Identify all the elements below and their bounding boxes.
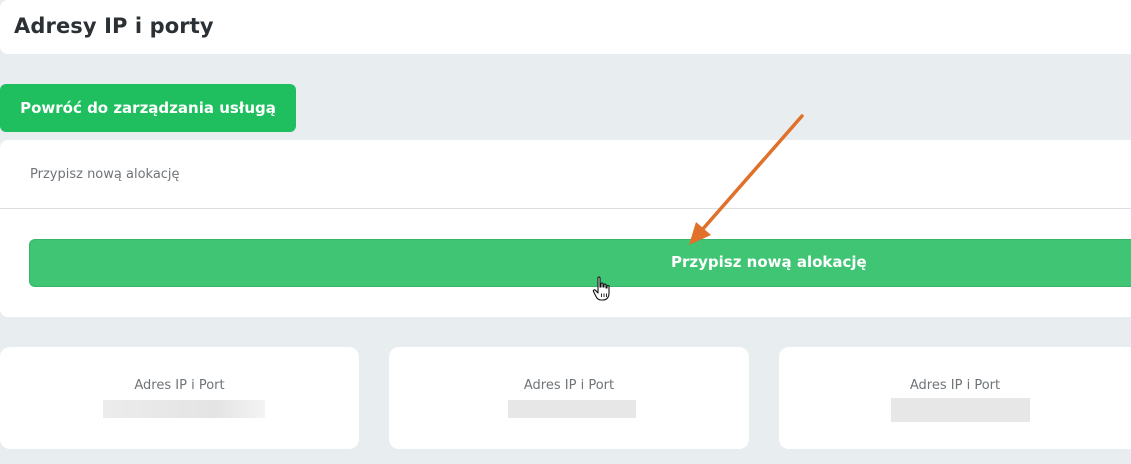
back-to-service-button[interactable]: Powróć do zarządzania usługą [0, 84, 296, 132]
ip-port-value-redacted [891, 398, 1030, 422]
ip-port-value-redacted [103, 400, 265, 418]
allocation-card-title: Przypisz nową alokację [30, 167, 180, 182]
ip-port-card: Adres IP i Port [389, 347, 749, 449]
ip-port-card: Adres IP i Port [779, 347, 1131, 449]
hand-pointer-icon [592, 276, 610, 301]
assign-allocation-button-label: Przypisz nową alokację [671, 253, 867, 271]
ip-port-label: Adres IP i Port [909, 378, 1001, 393]
ip-port-card: Adres IP i Port [0, 347, 359, 449]
page-title: Adresy IP i porty [14, 14, 214, 38]
ip-port-label: Adres IP i Port [134, 378, 225, 393]
page-header: Adresy IP i porty [0, 0, 1131, 54]
ip-port-label: Adres IP i Port [523, 378, 615, 393]
divider [0, 208, 1131, 209]
assign-allocation-button[interactable]: Przypisz nową alokację [29, 239, 1131, 287]
ip-port-value-redacted [508, 400, 636, 418]
allocation-card: Przypisz nową alokację Przypisz nową alo… [0, 140, 1131, 317]
